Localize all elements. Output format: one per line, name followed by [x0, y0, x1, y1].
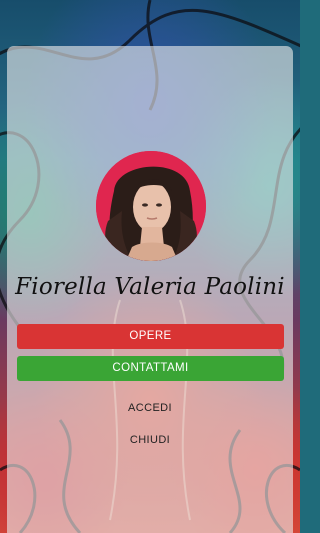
- profile-name: Fiorella Valeria Paolini: [15, 274, 285, 300]
- chiudi-link[interactable]: CHIUDI: [0, 434, 300, 446]
- opere-button[interactable]: OPERE: [17, 324, 284, 349]
- contattami-button[interactable]: CONTATTAMI: [17, 356, 284, 381]
- portrait-photo-icon: [96, 151, 206, 261]
- accedi-link[interactable]: ACCEDI: [0, 402, 300, 414]
- avatar: [96, 151, 206, 261]
